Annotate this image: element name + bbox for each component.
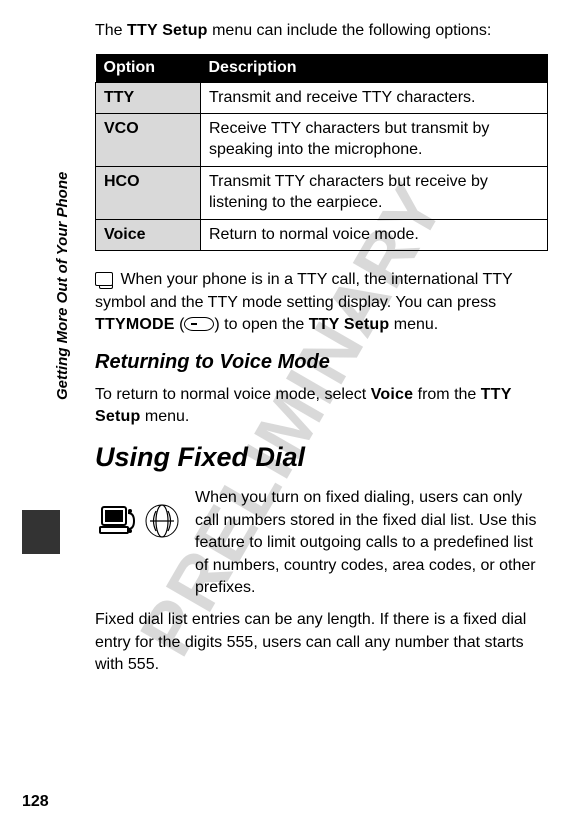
description-cell: Receive TTY characters but transmit by s… — [201, 114, 548, 167]
tty-device-icon — [95, 272, 113, 286]
option-cell: HCO — [96, 166, 201, 219]
network-feature-icon — [95, 487, 185, 555]
page-number: 128 — [22, 793, 49, 811]
intro-prefix: The — [95, 22, 127, 39]
tty-setup-menu-name: TTY Setup — [309, 316, 390, 333]
tty-para-part4: menu. — [389, 316, 438, 333]
fixed-dial-paragraph-1: When you turn on fixed dialing, users ca… — [195, 487, 548, 599]
description-cell: Transmit TTY characters but receive by l… — [201, 166, 548, 219]
table-row: Voice Return to normal voice mode. — [96, 219, 548, 251]
tty-para-part1: When your phone is in a TTY call, the in… — [95, 271, 512, 310]
main-content: The TTY Setup menu can include the follo… — [95, 20, 548, 690]
table-row: HCO Transmit TTY characters but receive … — [96, 166, 548, 219]
fixed-dial-heading: Using Fixed Dial — [95, 442, 548, 473]
tty-para-part2: ( — [175, 316, 185, 333]
sidebar-tab-block — [22, 510, 60, 554]
col-header-description: Description — [201, 54, 548, 83]
ttymode-key-label: TTYMODE — [95, 316, 175, 333]
fixed-dial-intro-row: When you turn on fixed dialing, users ca… — [95, 487, 548, 599]
options-table: Option Description TTY Transmit and rece… — [95, 54, 548, 252]
option-cell: TTY — [96, 82, 201, 114]
return-paragraph: To return to normal voice mode, select V… — [95, 384, 548, 429]
subscription-seal-icon — [142, 501, 182, 541]
intro-menu-name: TTY Setup — [127, 22, 208, 39]
computer-icon — [98, 501, 138, 541]
tty-call-paragraph: When your phone is in a TTY call, the in… — [95, 269, 548, 336]
table-row: VCO Receive TTY characters but transmit … — [96, 114, 548, 167]
return-para-part1: To return to normal voice mode, select — [95, 386, 371, 403]
voice-option-name: Voice — [371, 386, 414, 403]
intro-paragraph: The TTY Setup menu can include the follo… — [95, 20, 548, 42]
table-row: TTY Transmit and receive TTY characters. — [96, 82, 548, 114]
description-cell: Return to normal voice mode. — [201, 219, 548, 251]
description-cell: Transmit and receive TTY characters. — [201, 82, 548, 114]
intro-suffix: menu can include the following options: — [208, 22, 492, 39]
softkey-icon — [184, 317, 214, 331]
fixed-dial-paragraph-2: Fixed dial list entries can be any lengt… — [95, 609, 548, 676]
return-para-part2: from the — [413, 386, 481, 403]
option-cell: VCO — [96, 114, 201, 167]
tty-para-part3: ) to open the — [214, 316, 308, 333]
col-header-option: Option — [96, 54, 201, 83]
sidebar-chapter-label: Getting More Out of Your Phone — [54, 172, 71, 400]
returning-heading: Returning to Voice Mode — [95, 351, 548, 374]
return-para-part3: menu. — [140, 408, 189, 425]
option-cell: Voice — [96, 219, 201, 251]
